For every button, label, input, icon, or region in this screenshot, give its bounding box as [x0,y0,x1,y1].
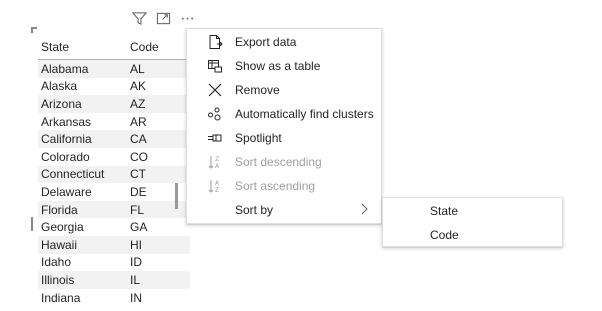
menu-item-find-clusters[interactable]: Automatically find clusters [187,102,381,126]
cell-state: Arizona [41,96,82,111]
table-row[interactable]: Delaware DE [38,183,190,201]
table-row[interactable]: Florida FL [38,200,190,219]
table-row[interactable]: Illinois IL [38,271,190,289]
table-header-row: State Code [38,34,190,60]
table-row[interactable]: Arkansas AR [38,113,190,131]
table-body: Alabama AL Alaska AK Arizona AZ Arkansas AR Cali… [38,60,190,306]
table-row[interactable]: Colorado CO [38,148,190,166]
filter-icon[interactable] [130,9,148,27]
cell-state: Arkansas [41,114,92,129]
cell-state: Idaho [41,255,72,270]
cell-code: CA [130,132,147,147]
svg-text:A: A [215,180,220,187]
cell-code: AZ [130,96,146,111]
menu-item-label: Automatically find clusters [235,107,374,121]
chevron-right-icon [359,203,369,218]
menu-item-label: Spotlight [235,131,282,145]
table-row[interactable]: Arizona AZ [38,95,190,113]
cell-code: HI [130,237,142,252]
column-header-state[interactable]: State [38,40,128,54]
cell-state: Georgia [41,220,84,235]
table-row[interactable]: Hawaii HI [38,235,190,254]
cell-code: FL [130,202,145,217]
cell-state: Florida [41,202,78,217]
column-header-code[interactable]: Code [128,40,188,54]
cell-code: GA [130,220,148,235]
scrollbar-thumb[interactable] [175,183,178,209]
cell-code: CO [130,149,148,164]
table-row[interactable]: Georgia GA [38,218,190,236]
export-data-icon [206,33,224,51]
cell-state: Delaware [41,184,92,199]
cell-code: AR [130,114,147,129]
menu-item-label: Sort ascending [235,179,316,193]
table-row[interactable]: Indiana IN [38,289,190,307]
row-selection-marker [31,217,33,231]
more-options-menu: Export data Show as a table Remove Autom… [186,28,382,224]
spotlight-icon [206,129,224,147]
svg-text:Z: Z [215,156,219,163]
submenu-item-code[interactable]: Code [383,223,562,247]
table-row[interactable]: Connecticut CT [38,165,190,184]
menu-item-remove[interactable]: Remove [187,78,381,102]
cell-code: IN [130,290,142,305]
menu-item-label: Export data [235,35,297,49]
cell-code: AL [130,61,145,76]
cell-code: ID [130,255,142,270]
cell-state: California [41,132,92,147]
clusters-icon [206,105,224,123]
cell-state: Indiana [41,290,81,305]
visual-header [130,9,196,27]
menu-item-sort-by[interactable]: Sort by [187,198,381,222]
sort-descending-icon: ZA [206,153,224,171]
svg-text:A: A [215,163,220,170]
cell-state: Alabama [41,61,89,76]
resize-handle[interactable] [31,27,37,33]
focus-mode-icon[interactable] [154,9,172,27]
cell-code: CT [130,167,146,182]
menu-item-label: Sort descending [235,155,322,169]
table-row[interactable]: California CA [38,130,190,148]
sort-by-submenu: State Code [382,197,563,247]
cell-code: IL [130,272,141,287]
cell-code: AK [130,79,147,94]
svg-text:Z: Z [215,187,219,194]
menu-item-sort-descending: ZA Sort descending [187,150,381,174]
menu-item-show-as-table[interactable]: Show as a table [187,54,381,78]
menu-item-label: Show as a table [235,59,321,73]
menu-item-spotlight[interactable]: Spotlight [187,126,381,150]
table-visual[interactable]: State Code Alabama AL Alaska AK Arizona AZ Ark… [31,27,209,311]
table-row[interactable]: Idaho ID [38,254,190,272]
menu-item-label: Remove [235,83,280,97]
cell-code: DE [130,184,147,199]
cell-state: Colorado [41,149,90,164]
submenu-item-state[interactable]: State [383,199,562,223]
cell-state: Connecticut [41,167,105,182]
table-row[interactable]: Alaska AK [38,78,190,96]
states-table: State Code Alabama AL Alaska AK Arizona AZ Ark… [38,34,190,306]
menu-item-export-data[interactable]: Export data [187,30,381,54]
cell-state: Hawaii [41,237,78,252]
more-options-icon[interactable] [178,9,196,27]
table-row[interactable]: Alabama AL [38,60,190,78]
show-as-table-icon [206,57,224,75]
cell-state: Alaska [41,79,78,94]
menu-item-sort-ascending: AZ Sort ascending [187,174,381,198]
remove-icon [206,81,224,99]
cell-state: Illinois [41,272,75,287]
menu-item-label: Sort by [235,203,274,217]
sort-ascending-icon: AZ [206,177,224,195]
